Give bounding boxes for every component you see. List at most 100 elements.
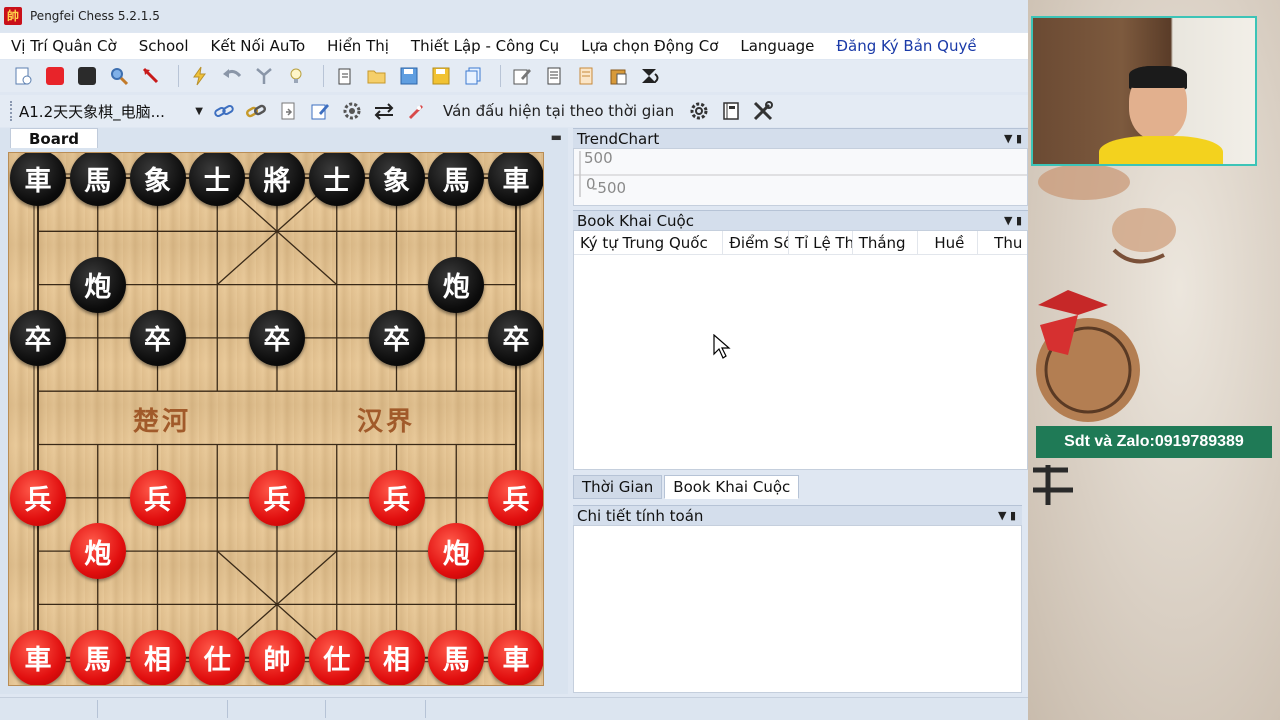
red-advisor-piece[interactable]: 仕: [189, 629, 246, 685]
chain-link-icon[interactable]: [243, 98, 269, 124]
black-chariot-piece[interactable]: 車: [10, 153, 66, 206]
black-advisor-piece[interactable]: 士: [308, 153, 365, 206]
black-soldier-piece[interactable]: 卒: [129, 309, 186, 366]
red-soldier-piece[interactable]: 兵: [129, 469, 186, 526]
branch-icon[interactable]: [251, 63, 277, 89]
pointer-arrow-icon[interactable]: [138, 63, 164, 89]
time-mode-label[interactable]: Ván đấu hiện tại theo thời gian: [443, 102, 674, 120]
panel-menu-icon[interactable]: ▬: [551, 130, 562, 144]
hint-bulb-icon[interactable]: [283, 63, 309, 89]
book-icon[interactable]: [718, 98, 744, 124]
link-icon[interactable]: [211, 98, 237, 124]
red-soldier-piece[interactable]: 兵: [488, 469, 543, 526]
red-elephant-piece[interactable]: 相: [368, 629, 425, 685]
menu-register[interactable]: Đăng Ký Bản Quyề: [825, 37, 987, 55]
red-square-icon[interactable]: [42, 63, 68, 89]
brush-glyph-ornament-icon: [1033, 465, 1073, 505]
red-soldier-piece[interactable]: 兵: [10, 469, 66, 526]
column-header-chinese[interactable]: Ký tự Trung Quốc: [574, 231, 724, 254]
column-header-score[interactable]: Điểm Số: [723, 231, 789, 254]
undo-icon[interactable]: [219, 63, 245, 89]
black-soldier-piece[interactable]: 卒: [10, 309, 66, 366]
red-chariot-piece[interactable]: 車: [10, 629, 66, 685]
red-horse-piece[interactable]: 馬: [428, 629, 485, 685]
black-elephant-piece[interactable]: 象: [129, 153, 186, 206]
pane-pin-icon[interactable]: ▼ ▮: [998, 506, 1016, 526]
trend-label-bottom: -500: [592, 179, 627, 197]
menu-piece-position[interactable]: Vị Trí Quân Cờ: [0, 37, 128, 55]
red-soldier-piece[interactable]: 兵: [368, 469, 425, 526]
menu-settings-tools[interactable]: Thiết Lập - Công Cụ: [400, 37, 570, 55]
trendchart-axes: [574, 151, 1027, 197]
black-soldier-piece[interactable]: 卒: [249, 309, 305, 366]
copy-icon[interactable]: [460, 63, 486, 89]
red-cannon-piece[interactable]: 炮: [69, 523, 126, 580]
tab-time[interactable]: Thời Gian: [573, 475, 663, 499]
paste-position-icon[interactable]: [332, 63, 358, 89]
lightning-icon[interactable]: [187, 63, 213, 89]
menu-view[interactable]: Hiển Thị: [316, 37, 400, 55]
tools-icon[interactable]: [750, 98, 776, 124]
column-header-loss[interactable]: Thu: [978, 231, 1027, 254]
pane-pin-icon[interactable]: ▼ ▮: [1004, 211, 1022, 231]
book-pane-title: Book Khai Cuộc ▼ ▮: [573, 210, 1028, 230]
column-header-rate[interactable]: Tỉ Lệ Th: [789, 231, 853, 254]
swap-arrows-icon[interactable]: [371, 98, 397, 124]
river-text-right: 汉界: [357, 407, 416, 437]
column-header-draw[interactable]: Huề: [918, 231, 979, 254]
red-chariot-piece[interactable]: 車: [488, 629, 543, 685]
open-folder-icon[interactable]: [364, 63, 390, 89]
lower-tabs: Thời Gian Book Khai Cuộc: [573, 473, 1028, 499]
tab-opening-book[interactable]: Book Khai Cuộc: [664, 475, 800, 499]
cloud-ornament-icon: [1038, 164, 1176, 264]
black-horse-piece[interactable]: 馬: [69, 153, 126, 206]
status-cell: [0, 700, 98, 718]
red-general-piece[interactable]: 帥: [249, 629, 305, 685]
toolbar-separator: [500, 65, 501, 87]
engine-dropdown-value: A1.2天天象棋_电脑...: [19, 102, 165, 121]
xiangqi-board[interactable]: 楚河 汉界 車馬象士將士象馬車炮炮卒卒卒卒卒兵兵兵兵兵炮炮車馬相仕帥仕相馬車: [8, 152, 544, 686]
column-header-win[interactable]: Thắng: [853, 231, 919, 254]
toolbar-separator: [178, 65, 179, 87]
menu-language[interactable]: Language: [729, 37, 825, 55]
black-elephant-piece[interactable]: 象: [368, 153, 425, 206]
menu-school[interactable]: School: [128, 37, 200, 55]
red-elephant-piece[interactable]: 相: [129, 629, 186, 685]
red-cannon-piece[interactable]: 炮: [428, 523, 485, 580]
black-cannon-piece[interactable]: 炮: [69, 256, 126, 313]
clipboard-icon[interactable]: [605, 63, 631, 89]
engine-dropdown[interactable]: A1.2天天象棋_电脑... ▼: [19, 99, 203, 123]
black-cannon-piece[interactable]: 炮: [428, 256, 485, 313]
new-game-icon[interactable]: [10, 63, 36, 89]
edit-icon[interactable]: [509, 63, 535, 89]
menu-engine-select[interactable]: Lựa chọn Động Cơ: [570, 37, 729, 55]
board-grid: [33, 173, 521, 663]
menu-auto-connect[interactable]: Kết Nối AuTo: [200, 37, 317, 55]
rocket-icon[interactable]: [403, 98, 429, 124]
engine-gear-icon[interactable]: [339, 98, 365, 124]
streamer-hair-top: [1129, 66, 1187, 88]
board-tab[interactable]: Board: [10, 128, 98, 148]
contact-banner: Sdt và Zalo:0919789389: [1036, 426, 1272, 458]
title-bar: 帥 Pengfei Chess 5.2.1.5: [0, 0, 1028, 32]
notes-icon[interactable]: [573, 63, 599, 89]
black-general-piece[interactable]: 將: [249, 153, 305, 206]
black-square-icon[interactable]: [74, 63, 100, 89]
black-soldier-piece[interactable]: 卒: [488, 309, 543, 366]
search-icon[interactable]: [106, 63, 132, 89]
save-as-icon[interactable]: [428, 63, 454, 89]
black-soldier-piece[interactable]: 卒: [368, 309, 425, 366]
flip-board-icon[interactable]: [637, 63, 663, 89]
book-table: Ký tự Trung Quốc Điểm Số Tỉ Lệ Th Thắng …: [573, 230, 1028, 470]
black-chariot-piece[interactable]: 車: [488, 153, 543, 206]
edit-note-icon[interactable]: [307, 98, 333, 124]
pane-pin-icon[interactable]: ▼ ▮: [1004, 129, 1022, 149]
red-advisor-piece[interactable]: 仕: [308, 629, 365, 685]
document-icon[interactable]: [541, 63, 567, 89]
export-icon[interactable]: [275, 98, 301, 124]
app-window: 帥 Pengfei Chess 5.2.1.5 Vị Trí Quân Cờ S…: [0, 0, 1028, 720]
settings-gear-icon[interactable]: [686, 98, 712, 124]
red-soldier-piece[interactable]: 兵: [249, 469, 305, 526]
save-icon[interactable]: [396, 63, 422, 89]
red-horse-piece[interactable]: 馬: [69, 629, 126, 685]
